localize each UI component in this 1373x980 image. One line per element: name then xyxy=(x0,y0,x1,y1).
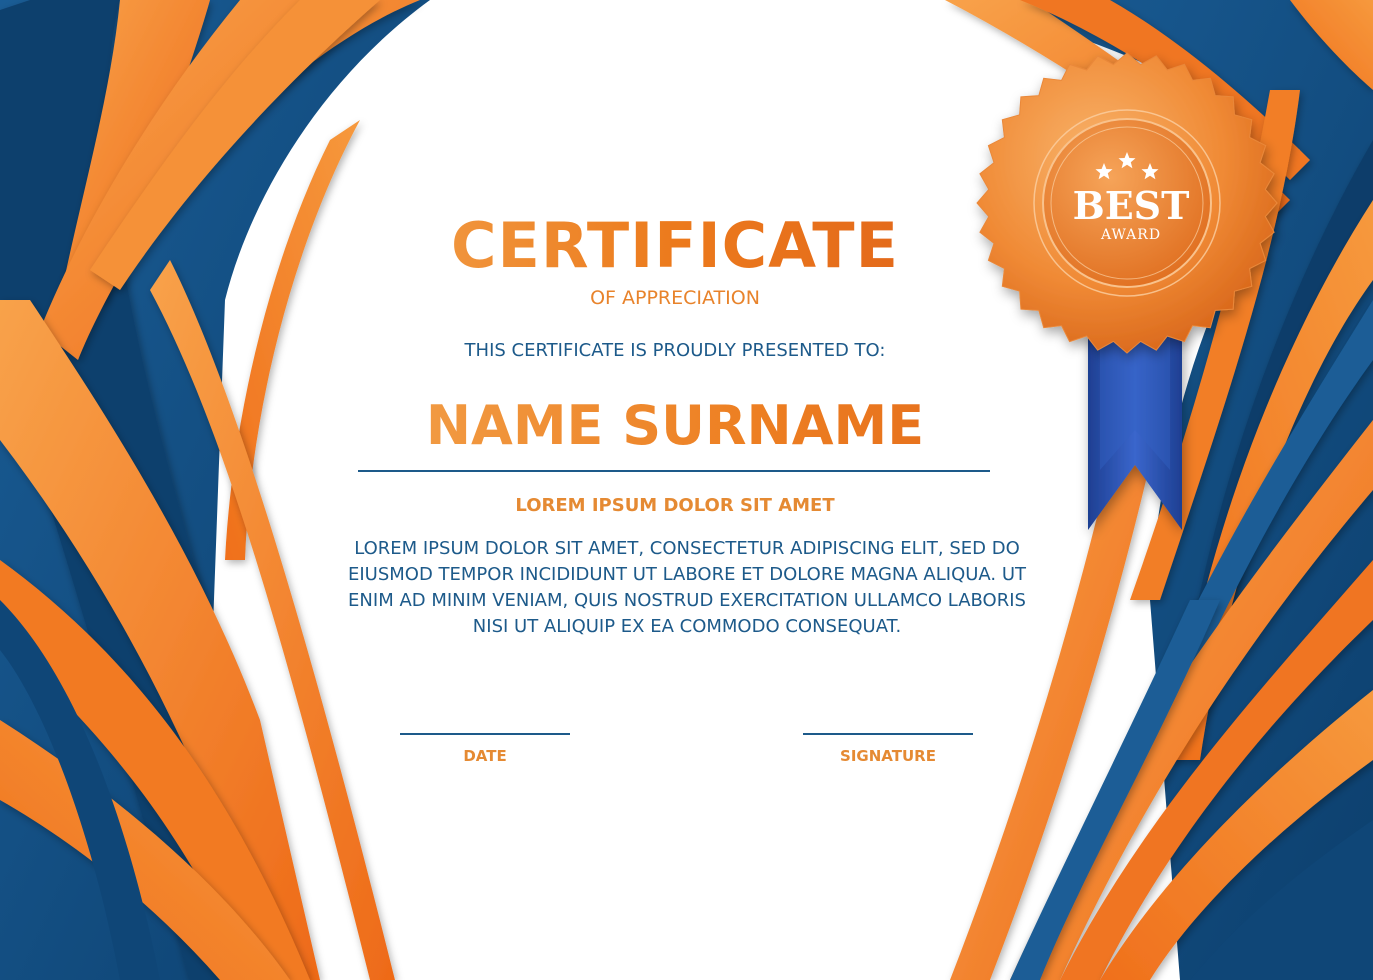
certificate-subtitle: OF APPRECIATION xyxy=(590,287,760,309)
signature-label: SIGNATURE xyxy=(840,747,936,765)
badge-title: BEST xyxy=(1072,183,1190,228)
certificate-body: LOREM IPSUM DOLOR SIT AMET, CONSECTETUR … xyxy=(296,536,1078,640)
award-seal-icon xyxy=(976,52,1278,530)
name-underline xyxy=(358,470,990,472)
badge-subtitle: AWARD xyxy=(1100,227,1162,243)
body-line: NISI UT ALIQUIP EX EA COMMODO CONSEQUAT. xyxy=(472,616,902,637)
date-line xyxy=(400,733,570,735)
certificate-title: CERTIFICATE xyxy=(350,206,1000,286)
presented-to-text: THIS CERTIFICATE IS PROUDLY PRESENTED TO… xyxy=(464,340,886,361)
body-line: ENIM AD MINIM VENIAM, QUIS NOSTRUD EXERC… xyxy=(348,590,1026,611)
date-label: DATE xyxy=(463,747,507,765)
signature-line xyxy=(803,733,973,735)
body-line: EIUSMOD TEMPOR INCIDIDUNT UT LABORE ET D… xyxy=(347,564,1027,585)
certificate-heading: LOREM IPSUM DOLOR SIT AMET xyxy=(515,495,835,516)
recipient-name: NAME SURNAME xyxy=(300,388,1050,464)
